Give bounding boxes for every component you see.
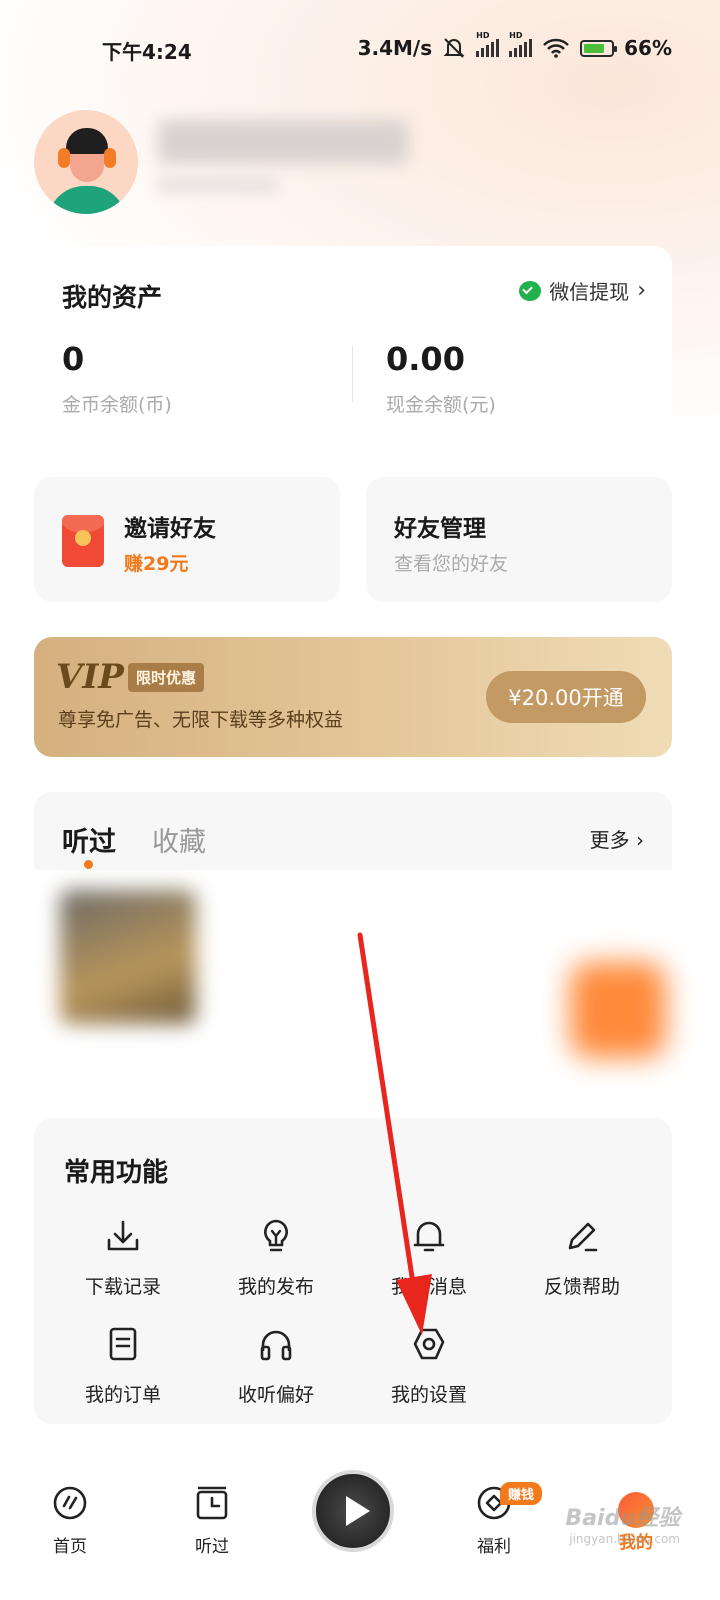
- order-icon: [109, 1327, 137, 1361]
- red-envelope-icon: [62, 515, 104, 567]
- invite-title: 邀请好友: [124, 516, 216, 542]
- settings-icon: [413, 1328, 445, 1360]
- invite-reward: 赚29元: [124, 553, 189, 575]
- nav-listened-label: 听过: [195, 1537, 229, 1557]
- history-item-blurred[interactable]: [570, 962, 666, 1058]
- pencil-icon: [568, 1222, 598, 1252]
- friends-title: 好友管理: [394, 516, 486, 542]
- friends-subtitle: 查看您的好友: [394, 553, 509, 575]
- invite-friends-card[interactable]: 邀请好友 赚29元: [34, 477, 340, 602]
- function-label: 我的订单: [84, 1384, 161, 1406]
- function-label: 收听偏好: [237, 1384, 314, 1406]
- history-icon: [196, 1486, 228, 1520]
- network-speed: 3.4M/s: [357, 36, 433, 60]
- watermark: Baidu经验 jingyan.baidu.com: [565, 1500, 680, 1546]
- vip-logo: VIP: [56, 657, 124, 697]
- status-time: 下午4:24: [102, 40, 192, 64]
- coin-balance-label: 金币余额(币): [62, 394, 172, 416]
- listening-preferences-button[interactable]: 收听偏好: [216, 1324, 336, 1407]
- more-label: 更多: [589, 828, 630, 852]
- album-cover-blurred[interactable]: [60, 890, 196, 1024]
- avatar[interactable]: [34, 110, 138, 214]
- more-link[interactable]: 更多 ›: [590, 824, 644, 853]
- common-functions-title: 常用功能: [64, 1158, 169, 1188]
- bottom-nav: 首页 听过 福利 赚钱 我的 Baidu经验 jingyan.baidu.com: [0, 1440, 720, 1600]
- lightbulb-icon: [264, 1219, 288, 1252]
- download-records-button[interactable]: 下载记录: [63, 1216, 183, 1299]
- mute-icon: [443, 38, 465, 58]
- cash-balance-value[interactable]: 0.00: [386, 340, 465, 378]
- battery-icon: [580, 39, 618, 57]
- function-label: 下载记录: [84, 1276, 161, 1298]
- download-icon: [107, 1220, 139, 1251]
- function-label: 我的发布: [237, 1276, 314, 1298]
- my-messages-button[interactable]: 我的消息: [369, 1216, 489, 1299]
- divider: [352, 346, 353, 402]
- chevron-right-icon: ›: [637, 278, 646, 303]
- vip-activate-button[interactable]: ¥20.00开通: [486, 671, 646, 723]
- nav-listened[interactable]: 听过: [172, 1484, 252, 1557]
- chevron-right-icon: ›: [636, 828, 644, 852]
- feedback-help-button[interactable]: 反馈帮助: [522, 1216, 642, 1299]
- tab-favorites[interactable]: 收藏: [152, 820, 206, 859]
- signal-icon-2: HD: [509, 31, 533, 57]
- function-label: 我的消息: [390, 1276, 467, 1298]
- status-icons: 3.4M/s HD HD 66%: [357, 31, 672, 60]
- active-tab-indicator: [84, 860, 93, 869]
- mini-player-button[interactable]: [312, 1470, 394, 1552]
- common-functions-card: 常用功能 下载记录 我的发布 我的消息 反馈帮助 我的订单 收听偏好 我的设置: [34, 1118, 672, 1424]
- signal-icon-1: HD: [476, 31, 500, 57]
- headphones-icon: [260, 1330, 292, 1361]
- watermark-url: jingyan.baidu.com: [569, 1532, 680, 1546]
- battery-percent: 66%: [624, 36, 672, 60]
- wifi-icon: [543, 38, 570, 58]
- earn-badge: 赚钱: [500, 1482, 543, 1505]
- vip-subtitle: 尊享免广告、无限下载等多种权益: [58, 709, 344, 731]
- bell-icon: [413, 1221, 445, 1252]
- nav-welfare-label: 福利: [477, 1537, 511, 1557]
- username-blurred[interactable]: [158, 120, 408, 164]
- coin-balance-value[interactable]: 0: [62, 340, 84, 378]
- my-settings-button[interactable]: 我的设置: [369, 1324, 489, 1407]
- my-orders-button[interactable]: 我的订单: [63, 1324, 183, 1407]
- home-icon: [53, 1486, 87, 1520]
- wechat-withdraw-link[interactable]: 微信提现 ›: [519, 276, 646, 305]
- nav-home[interactable]: 首页: [30, 1484, 110, 1557]
- assets-title: 我的资产: [62, 283, 163, 312]
- wechat-icon: [519, 280, 542, 301]
- my-posts-button[interactable]: 我的发布: [216, 1216, 336, 1299]
- wechat-withdraw-label: 微信提现: [549, 280, 630, 304]
- vip-promo-tag: 限时优惠: [128, 663, 205, 692]
- watermark-brand: Baidu经验: [565, 1506, 680, 1531]
- function-label: 反馈帮助: [543, 1276, 620, 1298]
- user-id-blurred: [158, 175, 278, 195]
- function-label: 我的设置: [390, 1384, 467, 1406]
- nav-home-label: 首页: [53, 1537, 87, 1557]
- tab-listened[interactable]: 听过: [62, 820, 116, 859]
- cash-balance-label: 现金余额(元): [386, 394, 496, 416]
- friends-management-card[interactable]: 好友管理 查看您的好友: [366, 477, 672, 602]
- vip-banner[interactable]: VIP 限时优惠 尊享免广告、无限下载等多种权益 ¥20.00开通: [34, 637, 672, 757]
- history-card: 听过 收藏 更多 ›: [34, 792, 718, 1084]
- assets-card: 我的资产 微信提现 › 0 金币余额(币) 0.00 现金余额(元): [34, 246, 672, 442]
- status-bar: 下午4:24 3.4M/s HD HD 66%: [0, 30, 720, 70]
